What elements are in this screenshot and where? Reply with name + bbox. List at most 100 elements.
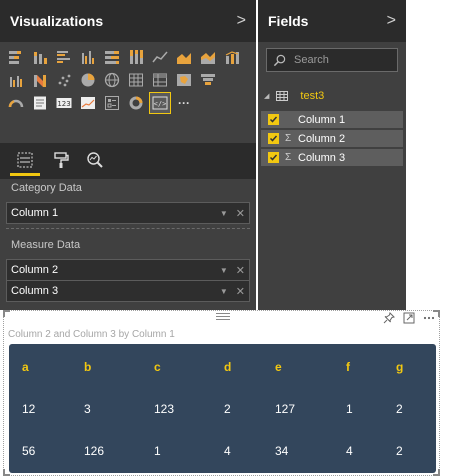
field-row-column-2[interactable]: Σ Column 2: [261, 130, 403, 147]
funnel-icon[interactable]: [197, 69, 219, 91]
checkbox-checked-icon[interactable]: [268, 133, 279, 144]
visual-title: Column 2 and Column 3 by Column 1: [8, 329, 175, 340]
stacked-column-icon[interactable]: [29, 46, 51, 68]
collapse-visualizations-chevron-icon[interactable]: >: [237, 12, 246, 30]
100-bar-icon[interactable]: [101, 46, 123, 68]
line-clustered-column-icon[interactable]: [5, 69, 27, 91]
empty-slot: [221, 69, 243, 91]
fields-tab-icon[interactable]: [14, 149, 36, 171]
line-chart-icon[interactable]: [149, 46, 171, 68]
checkbox-checked-icon[interactable]: [268, 152, 279, 163]
table-cell: 4: [224, 444, 231, 458]
sigma-icon: Σ: [285, 133, 292, 144]
expand-triangle-icon[interactable]: ◢: [264, 92, 269, 100]
custom-visual-card[interactable]: Column 2 and Column 3 by Column 1 a b c …: [3, 310, 440, 476]
category-field-remove-icon[interactable]: ✕: [236, 207, 245, 220]
search-input[interactable]: [294, 54, 384, 66]
table-cell: 2: [396, 444, 403, 458]
measure-field-remove-icon[interactable]: ✕: [236, 264, 245, 277]
table-header-cell: g: [396, 360, 404, 374]
fields-tab-underline: [10, 173, 40, 176]
table-name: test3: [300, 90, 325, 102]
measure-field-dropdown-icon[interactable]: ▼: [220, 287, 228, 296]
stacked-area-icon[interactable]: [197, 46, 219, 68]
card-icon[interactable]: 123: [53, 92, 75, 114]
category-field-well[interactable]: Column 1 ▼ ✕: [6, 202, 250, 224]
measure-field-well-1[interactable]: Column 2 ▼ ✕: [6, 259, 250, 281]
more-options-icon[interactable]: [423, 312, 435, 324]
table-cell: 12: [22, 402, 36, 416]
line-column-icon[interactable]: [221, 46, 243, 68]
table-cell: 3: [84, 402, 91, 416]
format-paint-roller-icon[interactable]: [50, 149, 72, 171]
matrix-icon[interactable]: [149, 69, 171, 91]
ribbon-chart-icon[interactable]: [29, 69, 51, 91]
visualizations-title: Visualizations: [10, 13, 104, 29]
fields-pane: Fields > ◢ test3 Column 1 Σ Column 2 Σ C…: [258, 0, 406, 310]
table-cell: 123: [154, 402, 175, 416]
table-cell: 34: [275, 444, 289, 458]
measure-field-dropdown-icon[interactable]: ▼: [220, 266, 228, 275]
custom-visual-icon[interactable]: </>: [149, 92, 171, 114]
table-header-cell: f: [346, 360, 350, 374]
multirow-card-icon[interactable]: [29, 92, 51, 114]
checkbox-checked-icon[interactable]: [268, 114, 279, 125]
table-cell: 2: [224, 402, 231, 416]
table-node-test3[interactable]: ◢ test3: [264, 90, 324, 102]
table-header-cell: d: [224, 360, 232, 374]
table-cell: 2: [396, 402, 403, 416]
clustered-bar-icon[interactable]: [53, 46, 75, 68]
category-data-label: Category Data: [11, 182, 82, 194]
field-name: Column 1: [298, 113, 346, 126]
visual-header-tools: [383, 312, 435, 324]
donut-icon[interactable]: [125, 92, 147, 114]
fields-title: Fields: [268, 13, 309, 29]
more-visuals-icon[interactable]: ···: [173, 92, 195, 114]
visual-tools-bar: [0, 143, 256, 179]
scatter-chart-icon[interactable]: [53, 69, 75, 91]
100-column-icon[interactable]: [125, 46, 147, 68]
gauge-icon[interactable]: [5, 92, 27, 114]
drag-grip-icon[interactable]: [216, 313, 230, 322]
visualizations-header: Visualizations >: [0, 0, 256, 42]
field-row-column-3[interactable]: Σ Column 3: [261, 149, 403, 166]
measure-data-label: Measure Data: [11, 239, 81, 251]
table-icon[interactable]: [125, 69, 147, 91]
table-cell: 1: [154, 444, 161, 458]
table-cell: 1: [346, 402, 353, 416]
search-icon: [273, 54, 286, 66]
card-icon-text: 123: [57, 100, 70, 108]
measure-field-well-2[interactable]: Column 3 ▼ ✕: [6, 280, 250, 302]
field-name: Column 2: [298, 132, 346, 145]
pie-chart-icon[interactable]: [77, 69, 99, 91]
resize-handle[interactable]: [3, 310, 10, 317]
category-field-dropdown-icon[interactable]: ▼: [220, 209, 228, 218]
category-drop-zone[interactable]: [6, 228, 250, 229]
analytics-magnifier-icon[interactable]: [84, 149, 106, 171]
collapse-fields-chevron-icon[interactable]: >: [387, 12, 396, 30]
fields-search-box[interactable]: [266, 48, 398, 72]
table-header-cell: a: [22, 360, 29, 374]
visualizations-pane: Visualizations > 123 </> ··· Category Da…: [0, 0, 256, 310]
clustered-column-icon[interactable]: [77, 46, 99, 68]
slicer-icon[interactable]: [101, 92, 123, 114]
table-header-cell: b: [84, 360, 92, 374]
field-name: Column 3: [298, 151, 346, 164]
focus-mode-icon[interactable]: [403, 312, 415, 324]
table-header-cell: c: [154, 360, 161, 374]
visual-type-gallery: 123 </> ···: [0, 42, 256, 115]
measure-field-name: Column 2: [11, 264, 59, 276]
stacked-bar-icon[interactable]: [5, 46, 27, 68]
measure-field-name: Column 3: [11, 285, 59, 297]
measure-field-remove-icon[interactable]: ✕: [236, 285, 245, 298]
pin-icon[interactable]: [383, 312, 395, 324]
map-icon[interactable]: [101, 69, 123, 91]
filled-map-icon[interactable]: [173, 69, 195, 91]
field-row-column-1[interactable]: Column 1: [261, 111, 403, 128]
sigma-icon: Σ: [285, 152, 292, 163]
area-chart-icon[interactable]: [173, 46, 195, 68]
kpi-icon[interactable]: [77, 92, 99, 114]
category-field-name: Column 1: [11, 207, 59, 219]
svg-text:</>: </>: [154, 100, 167, 108]
table-header-cell: e: [275, 360, 282, 374]
